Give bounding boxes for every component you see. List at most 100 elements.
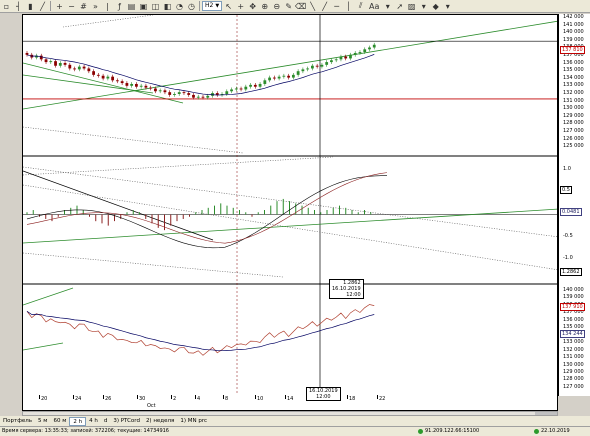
date-tick-label: 10 bbox=[257, 396, 264, 402]
price-tick-label: 127 000 bbox=[563, 128, 584, 134]
candle-body bbox=[320, 64, 324, 67]
grid-icon[interactable]: # bbox=[78, 1, 89, 12]
timeframe-tab[interactable]: 2) неделя bbox=[143, 417, 177, 426]
candle-body bbox=[92, 71, 95, 75]
black-trendline bbox=[23, 170, 214, 241]
lower-tick-label: 133 000 bbox=[563, 339, 584, 346]
crosshair-icon[interactable]: + bbox=[235, 1, 246, 12]
timeframe-tab[interactable]: 3) PTCord bbox=[110, 417, 143, 426]
timeframe-tabs: Портфель 5 м 60 м2 h4 h d 3) PTCord 2) неделя… bbox=[0, 416, 590, 426]
scrollbar-thumb[interactable] bbox=[535, 412, 557, 415]
vline-icon[interactable]: │ bbox=[343, 1, 354, 12]
timeframe-tab[interactable]: Портфель bbox=[0, 417, 35, 426]
print-icon[interactable]: ▣ bbox=[138, 1, 149, 12]
candle-body bbox=[253, 84, 257, 87]
period-sep-icon[interactable]: | bbox=[102, 1, 113, 12]
hline-icon[interactable]: ─ bbox=[331, 1, 342, 12]
timeframe-tab[interactable]: 5 м bbox=[35, 417, 50, 426]
alert-icon[interactable]: ◔ bbox=[174, 1, 185, 12]
candle-body bbox=[344, 56, 348, 59]
zoom-in-icon[interactable]: + bbox=[54, 1, 65, 12]
candle-body bbox=[144, 85, 148, 88]
fill-icon[interactable]: ▨ bbox=[406, 1, 417, 12]
properties-icon[interactable]: ◫ bbox=[150, 1, 161, 12]
candle-body bbox=[63, 62, 67, 65]
candle-body bbox=[125, 83, 129, 86]
autoscroll-icon[interactable]: » bbox=[90, 1, 101, 12]
connection-status-icon bbox=[418, 429, 423, 434]
lower-tick-label: 139 000 bbox=[563, 294, 584, 301]
calendar-icon bbox=[534, 429, 539, 434]
history-icon[interactable]: ◷ bbox=[186, 1, 197, 12]
price-tick-label: 125 000 bbox=[563, 143, 584, 150]
candle-body bbox=[96, 74, 100, 76]
price-axis[interactable]: 142 000141 000140 000139 000138 000137 0… bbox=[558, 14, 590, 396]
new-chart-icon[interactable]: ▫ bbox=[1, 1, 12, 12]
chart-candles-icon[interactable]: ▮ bbox=[25, 1, 36, 12]
crosshair-value-tag: 1.2862 bbox=[560, 268, 582, 276]
candle-body bbox=[149, 87, 153, 89]
ray-icon[interactable]: ╱ bbox=[319, 1, 330, 12]
move-icon[interactable]: ✥ bbox=[247, 1, 258, 12]
candle-body bbox=[49, 61, 53, 63]
candle-body bbox=[173, 94, 176, 95]
indicator-icon[interactable]: ƒ bbox=[114, 1, 125, 12]
timeframe-tab[interactable]: 1) MN prc bbox=[177, 417, 210, 426]
objects-icon[interactable]: ◧ bbox=[162, 1, 173, 12]
candle-body bbox=[296, 71, 300, 75]
date-axis[interactable]: 16.10.2019 12:00 20 24 26 30 2 4 8 10 14 18 22 Oct bbox=[22, 387, 558, 411]
candle-body bbox=[234, 88, 238, 90]
date-tick-label: 8 bbox=[225, 396, 229, 402]
green-trendline bbox=[23, 62, 184, 104]
candle-body bbox=[230, 89, 233, 92]
candle-body bbox=[106, 76, 110, 79]
candle-body bbox=[44, 59, 48, 63]
candle-body bbox=[187, 93, 191, 95]
candle-body bbox=[291, 74, 295, 78]
text-tool-icon[interactable]: Aa bbox=[367, 1, 381, 12]
timeframe-tab[interactable]: d bbox=[101, 417, 111, 426]
candle-body bbox=[54, 61, 57, 66]
channel-icon[interactable]: ⫽ bbox=[355, 1, 366, 12]
candle-body bbox=[154, 88, 157, 92]
timeframe-combo[interactable]: H2 ▼ bbox=[202, 1, 223, 11]
timeframe-tab[interactable]: 60 м bbox=[50, 417, 69, 426]
date-tick bbox=[39, 395, 40, 399]
price-tick-label: 132 000 bbox=[563, 90, 584, 96]
dotted-trendline bbox=[23, 126, 244, 154]
date-tick bbox=[73, 395, 74, 399]
candle-body bbox=[163, 90, 167, 93]
pencil-icon[interactable]: ✎ bbox=[283, 1, 294, 12]
price-tick-label: 126 000 bbox=[563, 135, 584, 142]
candle-body bbox=[177, 92, 181, 94]
chart-line-icon[interactable]: ╱ bbox=[37, 1, 48, 12]
trading-terminal-window: ▫ ┤ ▮ ╱ + − # » | ƒ ▤ ▣ ◫ ◧ ◔ ◷ H2 ▼ ↖ + … bbox=[0, 0, 590, 436]
zoom-out-icon[interactable]: − bbox=[66, 1, 77, 12]
zoom-rect-icon[interactable]: ⊕ bbox=[259, 1, 270, 12]
green-trendline bbox=[23, 287, 74, 306]
chevron-down-icon[interactable]: ▾ bbox=[418, 1, 429, 12]
color-icon[interactable]: ◆ bbox=[430, 1, 441, 12]
moving-average-line bbox=[26, 54, 375, 96]
date-tick bbox=[137, 395, 138, 399]
eraser-icon[interactable]: ⌫ bbox=[295, 1, 306, 12]
timeframe-tab[interactable]: 2 h bbox=[69, 416, 87, 426]
chart-canvas[interactable]: 1.2862 16.10.2019 12:00 bbox=[22, 14, 558, 396]
candle-body bbox=[115, 80, 119, 82]
template-icon[interactable]: ▤ bbox=[126, 1, 137, 12]
cursor-icon[interactable]: ↖ bbox=[223, 1, 234, 12]
candle-body bbox=[206, 95, 210, 98]
price-tick-label: 129 000 bbox=[563, 112, 584, 119]
arrow-tool-icon[interactable]: ➚ bbox=[394, 1, 405, 12]
chevron-down-icon[interactable]: ▾ bbox=[382, 1, 393, 12]
chart-bars-icon[interactable]: ┤ bbox=[13, 1, 24, 12]
candle-body bbox=[372, 44, 376, 48]
candle-body bbox=[239, 88, 243, 90]
candle-body bbox=[120, 81, 124, 84]
date-tick-label: 2 bbox=[173, 396, 177, 402]
zoom-fit-icon[interactable]: ⊖ bbox=[271, 1, 282, 12]
trendline-icon[interactable]: ╲ bbox=[307, 1, 318, 12]
chevron-down-icon[interactable]: ▾ bbox=[442, 1, 453, 12]
timeframe-tab[interactable]: 4 h bbox=[86, 417, 101, 426]
last-price-tag: 137 810 bbox=[560, 45, 585, 54]
